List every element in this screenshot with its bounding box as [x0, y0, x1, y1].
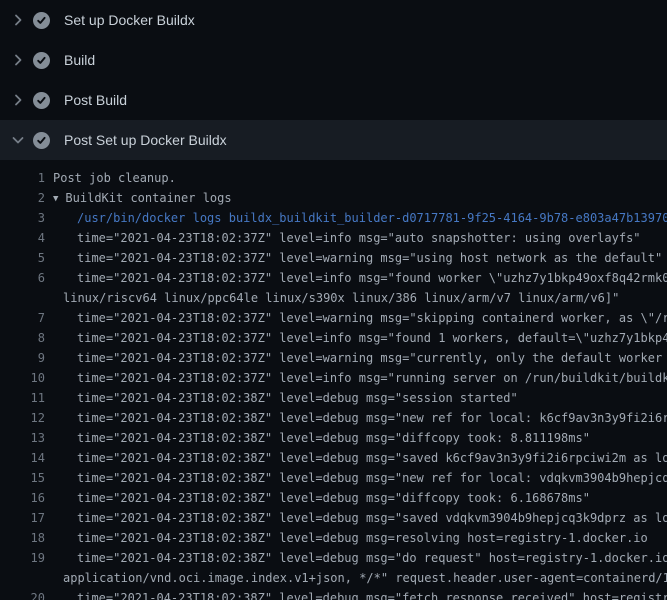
log-line-text: linux/riscv64 linux/ppc64le linux/s390x …: [63, 288, 619, 308]
step-header-post-set-up-docker-buildx[interactable]: Post Set up Docker Buildx: [0, 120, 667, 160]
actions-log-viewer: Set up Docker Buildx Build Post Build: [0, 0, 667, 600]
check-circle-icon: [33, 12, 50, 29]
log-line: 9 time="2021-04-23T18:02:37Z" level=warni…: [0, 348, 667, 368]
log-line: 7 time="2021-04-23T18:02:37Z" level=warni…: [0, 308, 667, 328]
log-line-number[interactable]: 9: [0, 348, 45, 368]
log-line-number[interactable]: 3: [0, 208, 45, 228]
log-line: 19 time="2021-04-23T18:02:38Z" level=debu…: [0, 548, 667, 568]
log-group-toggle-icon[interactable]: ▼: [53, 189, 58, 208]
log-line-number[interactable]: 15: [0, 468, 45, 488]
log-line-number[interactable]: 13: [0, 428, 45, 448]
log-line: 5 time="2021-04-23T18:02:37Z" level=warni…: [0, 248, 667, 268]
log-line-text: time="2021-04-23T18:02:37Z" level=warnin…: [77, 248, 662, 268]
log-group-title: BuildKit container logs: [65, 191, 231, 205]
log-line-text: time="2021-04-23T18:02:37Z" level=warnin…: [77, 348, 667, 368]
log-line: 10 time="2021-04-23T18:02:37Z" level=info…: [0, 368, 667, 388]
log-line: 4 time="2021-04-23T18:02:37Z" level=info …: [0, 228, 667, 248]
step-header-post-build[interactable]: Post Build: [0, 80, 667, 120]
log-line-text: time="2021-04-23T18:02:37Z" level=info m…: [77, 228, 641, 248]
log-line: 3/usr/bin/docker logs buildx_buildkit_bu…: [0, 208, 667, 228]
step-header-set-up-docker-buildx[interactable]: Set up Docker Buildx: [0, 0, 667, 40]
step-label: Post Set up Docker Buildx: [64, 132, 227, 148]
log-line-text: time="2021-04-23T18:02:38Z" level=debug …: [77, 488, 590, 508]
log-line-number[interactable]: 8: [0, 328, 45, 348]
log-line: 13 time="2021-04-23T18:02:38Z" level=debu…: [0, 428, 667, 448]
log-line-text: time="2021-04-23T18:02:37Z" level=info m…: [77, 328, 667, 348]
log-line-number[interactable]: 20: [0, 588, 45, 600]
log-line-number[interactable]: 18: [0, 528, 45, 548]
log-line-text: time="2021-04-23T18:02:38Z" level=debug …: [77, 588, 667, 600]
log-line: 2 ▼ BuildKit container logs: [0, 188, 667, 208]
step-list: Set up Docker Buildx Build Post Build: [0, 0, 667, 160]
log-line-text: time="2021-04-23T18:02:38Z" level=debug …: [77, 448, 667, 468]
log-line-number[interactable]: 16: [0, 488, 45, 508]
log-line-text: time="2021-04-23T18:02:38Z" level=debug …: [77, 388, 518, 408]
log-line-number: [0, 568, 45, 588]
log-line-text: time="2021-04-23T18:02:38Z" level=debug …: [77, 508, 667, 528]
log-line-number[interactable]: 7: [0, 308, 45, 328]
chevron-right-icon[interactable]: [10, 92, 26, 108]
log-line: 11 time="2021-04-23T18:02:38Z" level=debu…: [0, 388, 667, 408]
log-line-text: time="2021-04-23T18:02:38Z" level=debug …: [77, 528, 648, 548]
log-line: 12 time="2021-04-23T18:02:38Z" level=debu…: [0, 408, 667, 428]
log-line-number[interactable]: 14: [0, 448, 45, 468]
log-line-continuation: linux/riscv64 linux/ppc64le linux/s390x …: [0, 288, 667, 308]
step-label: Post Build: [64, 92, 127, 108]
check-circle-icon: [33, 52, 50, 69]
step-header-build[interactable]: Build: [0, 40, 667, 80]
log-line-text: time="2021-04-23T18:02:38Z" level=debug …: [77, 408, 667, 428]
log-line-text: time="2021-04-23T18:02:38Z" level=debug …: [77, 548, 667, 568]
log-line-number[interactable]: 12: [0, 408, 45, 428]
log-line-text: Post job cleanup.: [53, 168, 176, 188]
chevron-right-icon[interactable]: [10, 12, 26, 28]
log-line-text: time="2021-04-23T18:02:37Z" level=warnin…: [77, 308, 667, 328]
log-line-number[interactable]: 2: [0, 188, 45, 208]
log-line: 16 time="2021-04-23T18:02:38Z" level=debu…: [0, 488, 667, 508]
log-line-number[interactable]: 17: [0, 508, 45, 528]
log-line: 18 time="2021-04-23T18:02:38Z" level=debu…: [0, 528, 667, 548]
check-circle-icon: [33, 132, 50, 149]
log-line: 17 time="2021-04-23T18:02:38Z" level=debu…: [0, 508, 667, 528]
log-line-number[interactable]: 19: [0, 548, 45, 568]
log-line: 6 time="2021-04-23T18:02:37Z" level=info …: [0, 268, 667, 288]
check-circle-icon: [33, 92, 50, 109]
log-line-number: [0, 288, 45, 308]
log-line-text: time="2021-04-23T18:02:38Z" level=debug …: [77, 468, 667, 488]
log-line: 20 time="2021-04-23T18:02:38Z" level=debu…: [0, 588, 667, 600]
log-pane: 1 Post job cleanup. 2 ▼ BuildKit container l…: [0, 160, 667, 600]
chevron-down-icon[interactable]: [10, 132, 26, 148]
log-line: 1 Post job cleanup.: [0, 168, 667, 188]
log-line-text: application/vnd.oci.image.index.v1+json,…: [63, 568, 667, 588]
log-line: 8 time="2021-04-23T18:02:37Z" level=info …: [0, 328, 667, 348]
log-line-number[interactable]: 5: [0, 248, 45, 268]
step-label: Set up Docker Buildx: [64, 12, 195, 28]
log-line-continuation: application/vnd.oci.image.index.v1+json,…: [0, 568, 667, 588]
log-line-number[interactable]: 11: [0, 388, 45, 408]
log-line-number[interactable]: 1: [0, 168, 45, 188]
log-group-line-text: ▼ BuildKit container logs: [53, 188, 232, 208]
log-line-text: time="2021-04-23T18:02:37Z" level=info m…: [77, 268, 667, 288]
log-line-number[interactable]: 6: [0, 268, 45, 288]
log-line-text: time="2021-04-23T18:02:38Z" level=debug …: [77, 428, 590, 448]
log-command-text: /usr/bin/docker logs buildx_buildkit_bui…: [77, 208, 667, 228]
log-line-text: time="2021-04-23T18:02:37Z" level=info m…: [77, 368, 667, 388]
log-line: 14 time="2021-04-23T18:02:38Z" level=debu…: [0, 448, 667, 468]
step-label: Build: [64, 52, 95, 68]
chevron-right-icon[interactable]: [10, 52, 26, 68]
log-line-number[interactable]: 4: [0, 228, 45, 248]
log-line-number[interactable]: 10: [0, 368, 45, 388]
log-line: 15 time="2021-04-23T18:02:38Z" level=debu…: [0, 468, 667, 488]
